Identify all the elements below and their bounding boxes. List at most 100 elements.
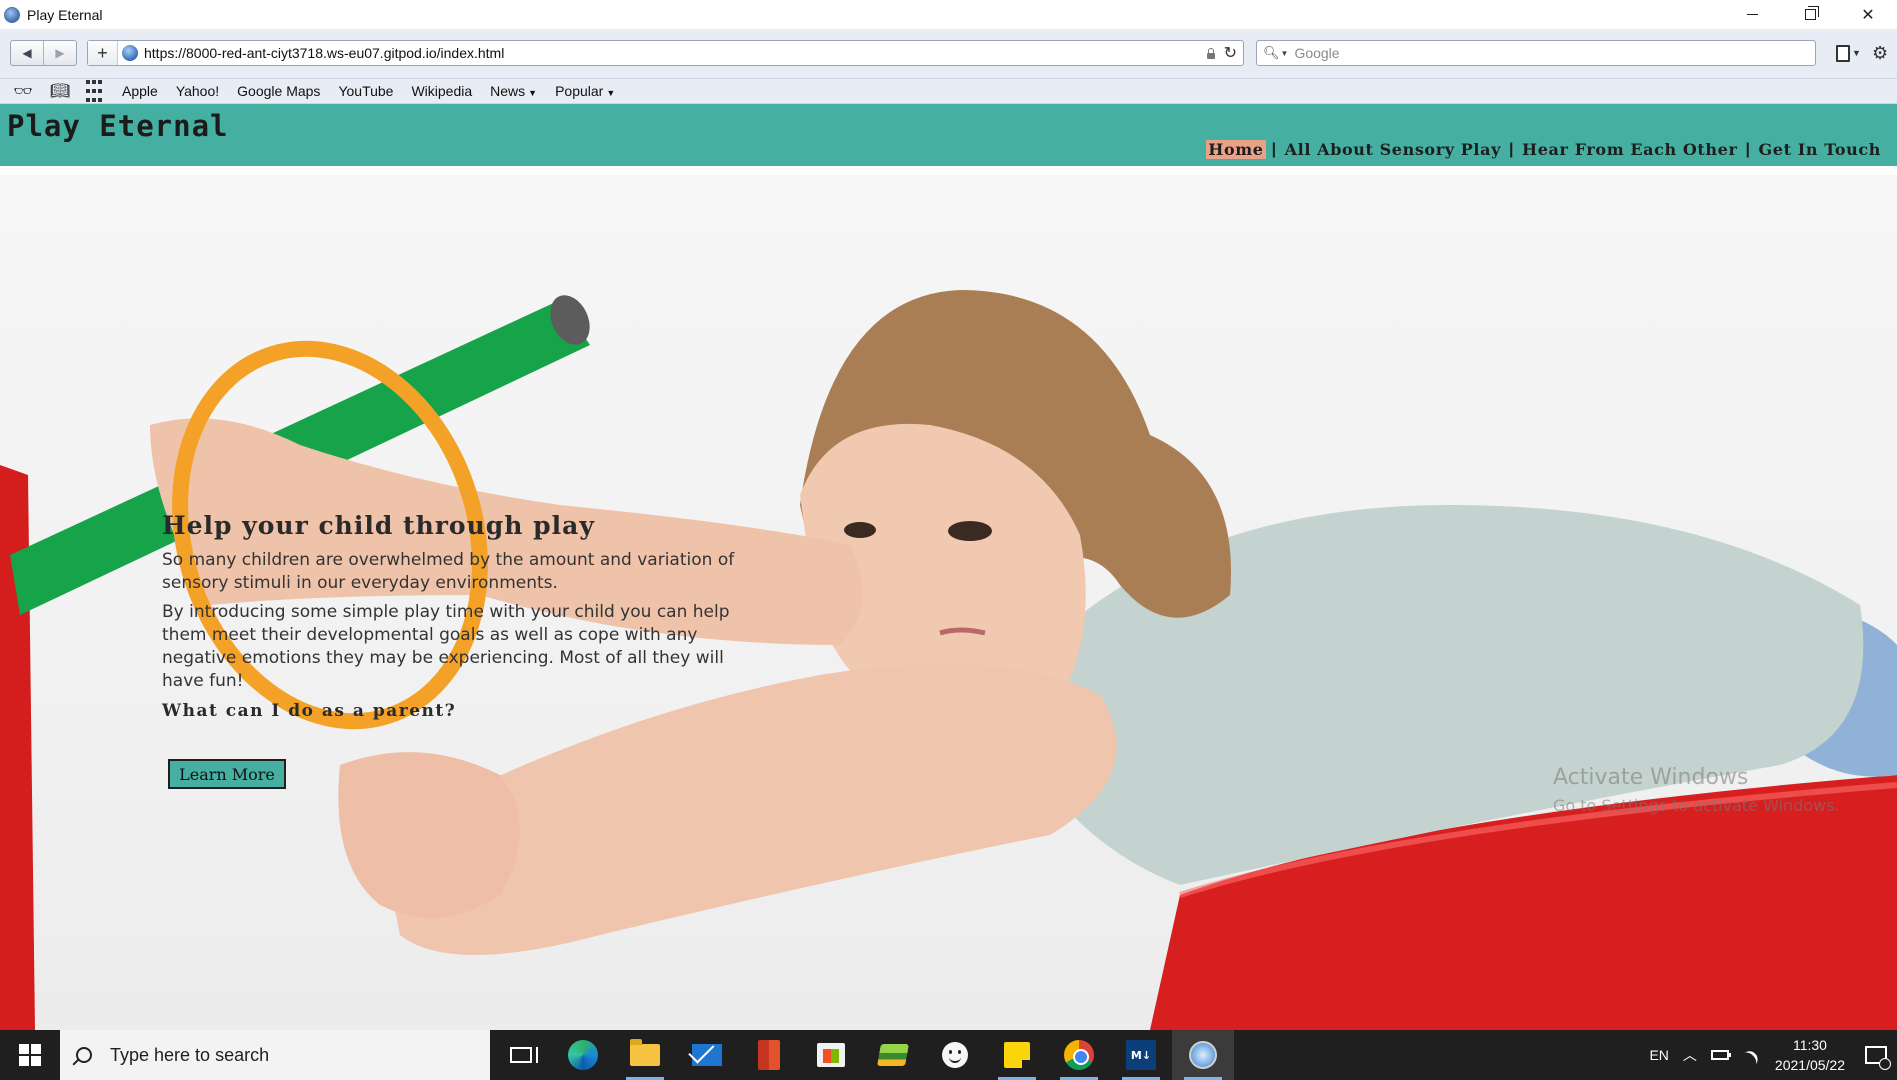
add-bookmark-button[interactable]: + <box>88 41 118 65</box>
mail-icon <box>692 1044 722 1066</box>
window-title: Play Eternal <box>27 6 103 23</box>
hero-subheading: What can I do as a parent? <box>162 701 457 721</box>
markdown-app-icon: M↓ <box>1126 1040 1156 1070</box>
chevron-down-icon: ▼ <box>606 88 616 98</box>
taskbar-search-input[interactable] <box>110 1044 470 1066</box>
close-button[interactable]: ✕ <box>1839 0 1897 29</box>
chrome-icon <box>1064 1040 1094 1070</box>
taskbar-safari[interactable] <box>1172 1030 1234 1080</box>
taskbar-emoji-app[interactable] <box>924 1030 986 1080</box>
taskbar-edge[interactable] <box>552 1030 614 1080</box>
bookmark-google-maps[interactable]: Google Maps <box>237 83 320 99</box>
search-engine-dropdown-icon[interactable]: ▼ <box>1281 49 1289 58</box>
battery-icon[interactable] <box>1710 1050 1731 1060</box>
safari-icon <box>1189 1041 1217 1069</box>
restore-icon <box>1804 6 1819 20</box>
hero-paragraph-2: By introducing some simple play time wit… <box>162 602 730 691</box>
language-indicator[interactable]: EN <box>1649 1047 1668 1063</box>
address-bar: + https://8000-red-ant-ciyt3718.ws-eu07.… <box>87 40 1244 66</box>
nav-all-about-sensory-play[interactable]: All About Sensory Play <box>1283 140 1503 159</box>
forward-button[interactable]: ▶ <box>44 41 76 65</box>
bookmark-news-label: News <box>490 83 526 99</box>
page-menu-button[interactable]: ▼ <box>1836 42 1861 64</box>
bookmark-popular-label: Popular <box>555 83 604 99</box>
plus-icon: + <box>97 42 108 63</box>
taskbar-store[interactable] <box>800 1030 862 1080</box>
task-view-icon <box>510 1047 538 1063</box>
nav-home[interactable]: Home <box>1206 140 1266 159</box>
notification-center-icon[interactable] <box>1865 1046 1891 1070</box>
hero-paragraph-1: So many children are overwhelmed by the … <box>162 550 735 593</box>
watermark-title: Activate Windows <box>1553 765 1749 790</box>
bookmarks-book-icon[interactable]: 📖︎ <box>48 79 72 104</box>
restore-button[interactable] <box>1781 0 1839 29</box>
nav-hear-from-each-other[interactable]: Hear From Each Other <box>1520 140 1739 159</box>
settings-button[interactable]: ⚙ <box>1872 42 1888 64</box>
url-field[interactable]: https://8000-red-ant-ciyt3718.ws-eu07.gi… <box>144 45 1206 61</box>
task-view-button[interactable] <box>490 1030 552 1080</box>
sticky-notes-icon <box>1004 1042 1030 1068</box>
bluestacks-icon <box>877 1044 909 1066</box>
office-icon <box>758 1040 780 1070</box>
nav-separator: | <box>1745 140 1751 158</box>
hero-title: Help your child through play <box>162 511 595 540</box>
bookmark-apple[interactable]: Apple <box>122 83 158 99</box>
folder-icon <box>630 1039 660 1066</box>
back-button[interactable]: ◀ <box>11 41 44 65</box>
windows-taskbar: M↓ EN ︿ 11:30 2021/05/22 <box>0 1030 1897 1080</box>
reload-icon[interactable]: ↻ <box>1224 43 1237 63</box>
search-icon <box>76 1047 92 1063</box>
forward-arrow-icon: ▶ <box>55 46 65 60</box>
site-nav: Home | All About Sensory Play | Hear Fro… <box>1206 140 1883 159</box>
activate-windows-watermark: Activate Windows Go to Settings to activ… <box>1553 765 1840 815</box>
minimize-icon <box>1746 14 1758 15</box>
hero-text-block: Help your child through play So many chi… <box>162 511 742 721</box>
bookmark-popular-menu[interactable]: Popular ▼ <box>555 83 615 99</box>
lock-icon[interactable] <box>1206 47 1216 59</box>
site-logo[interactable]: Play Eternal <box>7 109 229 143</box>
header-spacer <box>0 166 1897 175</box>
nav-get-in-touch[interactable]: Get In Touch <box>1757 140 1883 159</box>
search-icon[interactable]: 🔍︎ <box>1263 45 1280 61</box>
store-icon <box>817 1043 845 1067</box>
taskbar-search <box>60 1030 490 1080</box>
taskbar-sticky-notes[interactable] <box>986 1030 1048 1080</box>
clock-date: 2021/05/22 <box>1774 1057 1845 1073</box>
gear-icon: ⚙ <box>1872 42 1889 63</box>
bookmark-youtube[interactable]: YouTube <box>338 83 393 99</box>
taskbar-chrome[interactable] <box>1048 1030 1110 1080</box>
taskbar-file-explorer[interactable] <box>614 1030 676 1080</box>
wifi-icon[interactable] <box>1738 1047 1761 1071</box>
taskbar-markdown-app[interactable]: M↓ <box>1110 1030 1172 1080</box>
bookmark-news-menu[interactable]: News ▼ <box>490 83 537 99</box>
search-input[interactable] <box>1294 45 1815 61</box>
nav-button-group: ◀ ▶ <box>10 40 77 66</box>
edge-icon <box>568 1040 598 1070</box>
start-button[interactable] <box>0 1030 60 1080</box>
browser-toolbar: ◀ ▶ + https://8000-red-ant-ciyt3718.ws-e… <box>0 29 1897 79</box>
close-icon: ✕ <box>1861 6 1875 24</box>
show-hidden-icons-icon[interactable]: ︿ <box>1683 1045 1697 1065</box>
site-globe-icon <box>122 45 138 61</box>
page-icon <box>1836 44 1850 62</box>
hero-section: Help your child through play So many chi… <box>0 175 1897 1030</box>
taskbar-mail[interactable] <box>676 1030 738 1080</box>
browser-app-icon <box>4 6 20 23</box>
back-arrow-icon: ◀ <box>22 46 32 60</box>
nav-separator: | <box>1508 140 1515 158</box>
smiley-icon <box>942 1042 968 1068</box>
system-tray: EN ︿ 11:30 2021/05/22 <box>1649 1030 1897 1080</box>
windows-logo-icon <box>19 1044 41 1066</box>
site-header: Play Eternal Home | All About Sensory Pl… <box>0 104 1897 166</box>
bookmark-yahoo[interactable]: Yahoo! <box>176 83 219 99</box>
reading-list-icon[interactable]: 👓︎ <box>10 79 36 104</box>
bookmark-wikipedia[interactable]: Wikipedia <box>411 83 472 99</box>
learn-more-button[interactable]: Learn More <box>168 759 286 789</box>
clock[interactable]: 11:30 2021/05/22 <box>1775 1035 1845 1075</box>
minimize-button[interactable] <box>1723 0 1781 29</box>
watermark-subtitle: Go to Settings to activate Windows. <box>1553 796 1840 815</box>
taskbar-office[interactable] <box>738 1030 800 1080</box>
top-sites-grid-icon[interactable] <box>84 79 104 104</box>
taskbar-bluestacks[interactable] <box>862 1030 924 1080</box>
chevron-down-icon: ▼ <box>1852 48 1861 58</box>
